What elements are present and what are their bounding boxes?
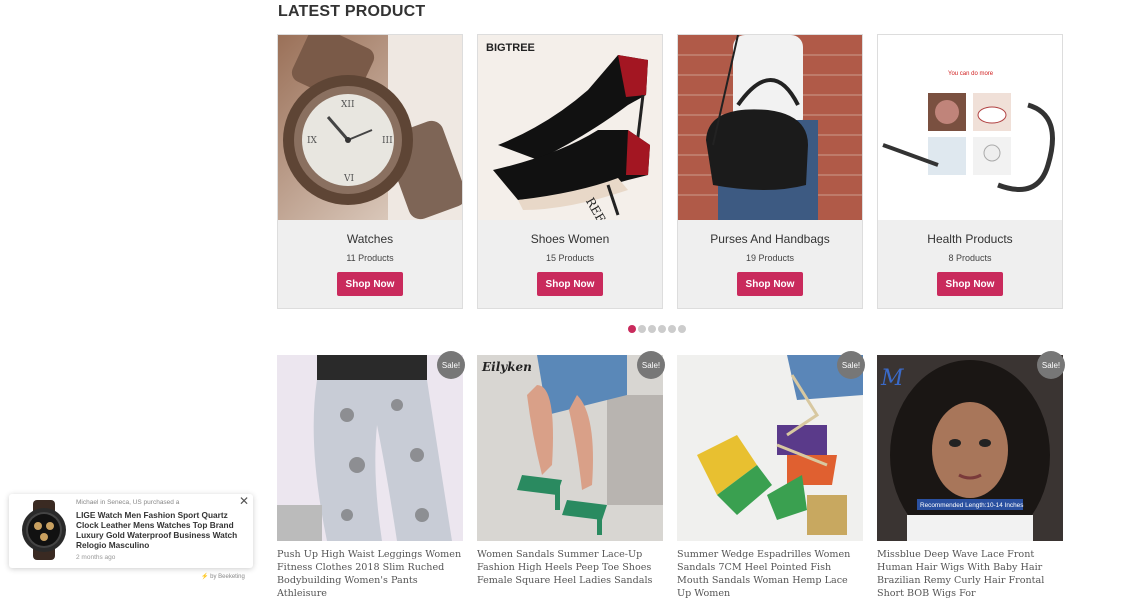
svg-text:IX: IX [307, 136, 318, 146]
category-count: 19 Products [745, 253, 795, 263]
product-title[interactable]: Missblue Deep Wave Lace Front Human Hair… [877, 548, 1063, 600]
carousel-dot[interactable] [648, 325, 656, 333]
purchase-notification-popup[interactable]: Michael in Seneca, US purchased a LIGE W… [9, 494, 253, 568]
svg-text:III: III [382, 136, 393, 146]
sale-badge: Sale! [1037, 351, 1065, 379]
product-card[interactable]: Eilyken Sale! Women Sandals Summer Lace-… [477, 351, 665, 595]
svg-text:XII: XII [341, 100, 355, 110]
sale-badge: Sale! [437, 351, 465, 379]
product-image-sandals[interactable]: Eilyken [477, 355, 663, 541]
category-name[interactable]: Health Products [878, 232, 1062, 246]
product-image-espadrilles[interactable] [677, 355, 863, 541]
shop-now-button[interactable]: Shop Now [937, 272, 1003, 296]
close-icon[interactable]: ✕ [239, 494, 249, 508]
carousel-dot[interactable] [668, 325, 676, 333]
product-image-wig[interactable]: M Recommended Length:10-14 Inches [877, 355, 1063, 541]
product-card[interactable]: Sale! Push Up High Waist Leggings Women … [277, 351, 465, 599]
byline-label: by Beeketing [210, 574, 245, 580]
carousel-pagination [628, 325, 686, 333]
category-count: 15 Products [545, 253, 595, 263]
beeketing-credit[interactable]: ⚡ by Beeketing [201, 573, 245, 580]
carousel-dot[interactable] [678, 325, 686, 333]
category-count: 8 Products [948, 253, 992, 263]
product-card[interactable]: M Recommended Length:10-14 Inches Sale! … [877, 351, 1065, 599]
category-name[interactable]: Shoes Women [478, 232, 662, 246]
product-title[interactable]: Women Sandals Summer Lace-Up Fashion Hig… [477, 548, 663, 587]
product-title[interactable]: Push Up High Waist Leggings Women Fitnes… [277, 548, 463, 600]
category-name[interactable]: Purses And Handbags [678, 232, 862, 246]
purchase-product-title[interactable]: LIGE Watch Men Fashion Sport Quartz Cloc… [76, 510, 246, 550]
watches-image[interactable]: XII III VI IX [278, 35, 462, 220]
product-title[interactable]: Summer Wedge Espadrilles Women Sandals 7… [677, 548, 863, 600]
product-image-leggings[interactable] [277, 355, 463, 541]
category-card-purses-handbags[interactable]: Purses And Handbags 19 Products Shop Now [677, 34, 863, 309]
carousel-dot[interactable] [628, 325, 636, 333]
carousel-dot[interactable] [638, 325, 646, 333]
sale-badge: Sale! [637, 351, 665, 379]
watch-thumbnail[interactable] [15, 500, 73, 560]
svg-text:VI: VI [343, 174, 354, 184]
svg-text:M: M [880, 366, 904, 391]
purchase-time: 2 months ago [76, 554, 116, 561]
endoscope-image[interactable]: You can do more [878, 35, 1062, 220]
handbag-image[interactable] [678, 35, 862, 220]
sale-badge: Sale! [837, 351, 865, 379]
purchase-who: Michael in Seneca, US purchased a [76, 499, 180, 506]
bigtree-label: BIGTREE [486, 42, 535, 54]
category-count: 11 Products [346, 253, 394, 263]
category-card-shoes-women[interactable]: BIGTREE REE Shoes Women 15 Products Shop… [477, 34, 663, 309]
lightning-icon: ⚡ [201, 574, 209, 580]
shop-now-button[interactable]: Shop Now [337, 272, 403, 296]
section-title: LATEST PRODUCT [278, 3, 426, 20]
category-card-watches[interactable]: XII III VI IX Watches 11 Products Shop N… [277, 34, 463, 309]
product-card[interactable]: Sale! Summer Wedge Espadrilles Women San… [677, 351, 865, 599]
shop-now-button[interactable]: Shop Now [737, 272, 803, 296]
carousel-dot[interactable] [658, 325, 666, 333]
category-name[interactable]: Watches [278, 232, 462, 246]
shop-now-button[interactable]: Shop Now [537, 272, 603, 296]
category-card-health-products[interactable]: You can do more Health Products 8 Produc… [877, 34, 1063, 309]
can-do-label: You can do more [948, 71, 994, 77]
length-label: Recommended Length:10-14 Inches [920, 502, 1023, 509]
shoes-image[interactable]: BIGTREE REE [478, 35, 662, 220]
eilyken-label: Eilyken [481, 360, 532, 374]
